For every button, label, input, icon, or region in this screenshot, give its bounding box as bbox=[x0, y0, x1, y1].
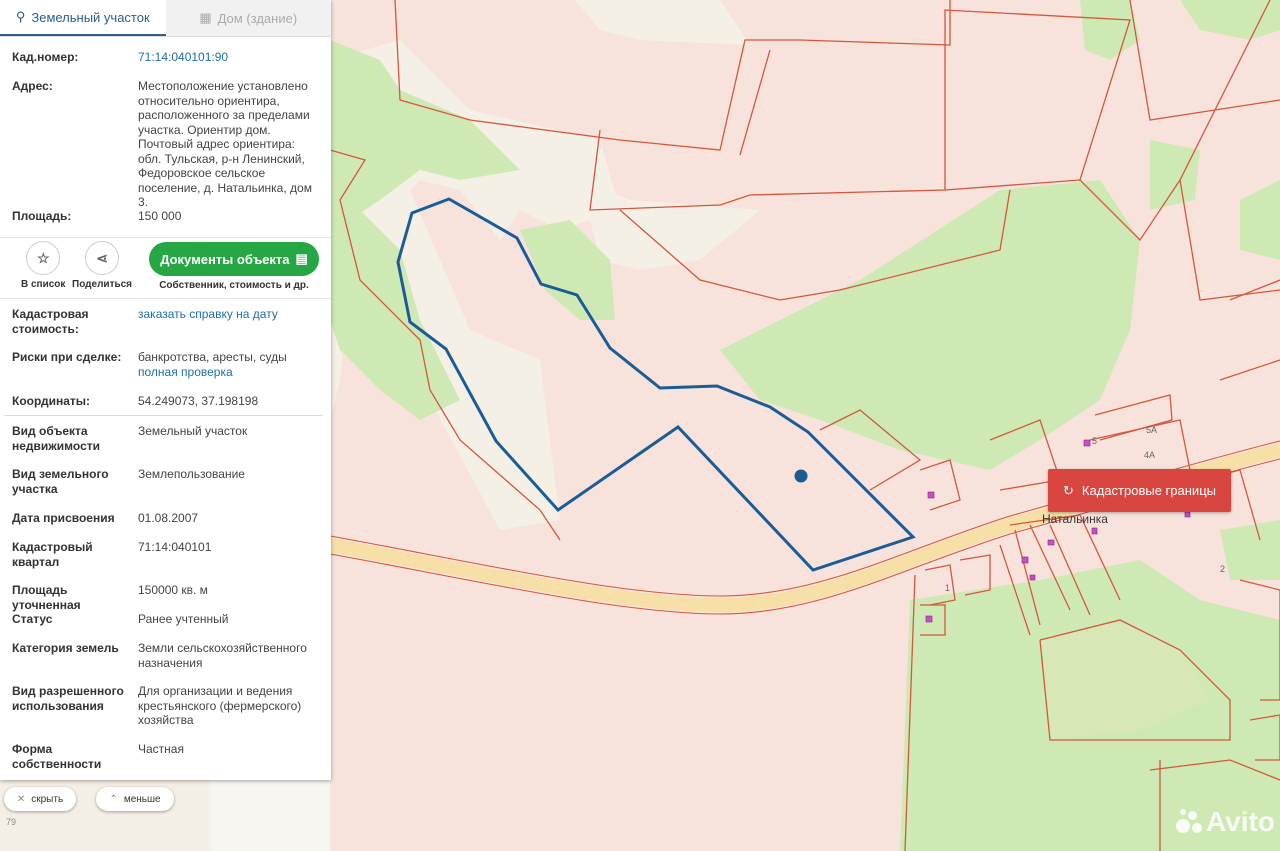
building-icon: ▦ bbox=[199, 10, 212, 25]
coordinates-row: Координаты: 54.249073, 37.198198 bbox=[0, 394, 331, 409]
deal-risks-label: Риски при сделке: bbox=[12, 350, 122, 364]
property-label: Кадастровый квартал bbox=[12, 540, 93, 569]
less-button[interactable]: ⌃ меньше bbox=[96, 787, 174, 811]
tab-building[interactable]: ▦ Дом (здание) bbox=[165, 0, 331, 36]
cad-number-label: Кад.номер: bbox=[12, 50, 79, 64]
property-value: Землепользование bbox=[138, 467, 245, 481]
hide-label: скрыть bbox=[31, 793, 64, 805]
property-value: 71:14:040101 bbox=[138, 540, 212, 554]
house-number: 4А bbox=[1144, 450, 1156, 460]
cadastral-boundaries-button[interactable]: ↻ Кадастровые границы bbox=[1048, 469, 1231, 512]
property-label: Вид объекта недвижимости bbox=[12, 424, 100, 453]
property-row: Вид объекта недвижимости Земельный участо… bbox=[0, 424, 331, 454]
property-row: Вид разрешенного использования Для органи… bbox=[0, 684, 331, 728]
tab-building-label: Дом (здание) bbox=[217, 10, 298, 26]
property-row: Категория земель Земли сельскохозяйственн… bbox=[0, 641, 331, 670]
share-icon: ⋖ bbox=[85, 241, 119, 275]
chevron-up-icon: ⌃ bbox=[109, 793, 118, 805]
cadastral-cost-label: Кадастровая стоимость: bbox=[12, 307, 89, 336]
property-label: Площадь уточненная bbox=[12, 583, 81, 612]
property-row: Площадь уточненная 150000 кв. м bbox=[0, 583, 331, 613]
deal-risks-value: банкротства, аресты, суды bbox=[138, 350, 287, 364]
share-button[interactable]: ⋖ Поделиться bbox=[72, 241, 132, 290]
document-icon: ▤ bbox=[295, 251, 308, 266]
house-number: 2 bbox=[1220, 564, 1226, 574]
property-row: Вид земельного участка Землепользование bbox=[0, 467, 331, 497]
forest bbox=[1150, 140, 1200, 210]
info-panel: ⚲ Земельный участок ▦ Дом (здание) Кад.н… bbox=[0, 0, 331, 780]
address-row: Адрес: Местоположение установлено относи… bbox=[0, 79, 331, 210]
object-documents-subtitle: Собственник, стоимость и др. bbox=[159, 280, 309, 291]
place-label: Натальинка bbox=[1042, 512, 1108, 526]
object-documents-button[interactable]: Документы объекта ▤ bbox=[149, 242, 319, 276]
area-label: Площадь: bbox=[12, 209, 72, 223]
property-value: Для организации и ведения крестьянского … bbox=[138, 684, 302, 727]
coordinates-value: 54.249073, 37.198198 bbox=[138, 394, 259, 408]
object-documents-label: Документы объекта bbox=[160, 251, 290, 267]
add-to-list-label: В список bbox=[21, 279, 66, 290]
property-value: Частная bbox=[138, 742, 184, 756]
avito-logo-icon bbox=[1176, 809, 1202, 835]
property-label: Статус bbox=[12, 612, 53, 626]
property-label: Форма собственности bbox=[12, 742, 102, 771]
property-row: Статус Ранее учтенный bbox=[0, 612, 331, 627]
add-to-list-button[interactable]: ☆ В список bbox=[21, 241, 65, 290]
cadastral-boundaries-label: Кадастровые границы bbox=[1081, 483, 1216, 498]
coordinates-label: Координаты: bbox=[12, 394, 91, 408]
property-label: Категория земель bbox=[12, 641, 119, 655]
deal-risks-row: Риски при сделке: банкротства, аресты, с… bbox=[0, 350, 331, 379]
property-value: 150000 кв. м bbox=[138, 583, 208, 597]
avito-wordmark: Avito bbox=[1206, 806, 1275, 837]
property-row: Кадастровый квартал 71:14:040101 bbox=[0, 540, 331, 570]
refresh-icon: ↻ bbox=[1063, 482, 1074, 498]
address-value: Местоположение установлено относительно … bbox=[138, 79, 312, 209]
property-value: Земли сельскохозяйственного назначения bbox=[138, 641, 307, 670]
property-value: Ранее учтенный bbox=[138, 612, 229, 626]
property-value: 01.08.2007 bbox=[138, 511, 199, 525]
cad-number-value[interactable]: 71:14:040101:90 bbox=[138, 50, 319, 65]
cadastral-cost-row: Кадастровая стоимость: заказать справку … bbox=[0, 307, 331, 337]
property-label: Дата присвоения bbox=[12, 511, 115, 525]
hide-button[interactable]: ✕ скрыть bbox=[4, 787, 76, 811]
property-value: Земельный участок bbox=[138, 424, 248, 438]
forest bbox=[1220, 520, 1280, 580]
tab-land-label: Земельный участок bbox=[31, 9, 150, 25]
divider bbox=[4, 415, 323, 416]
parcel-centroid-marker bbox=[794, 469, 808, 483]
cad-number-row: Кад.номер: 71:14:040101:90 bbox=[0, 50, 331, 65]
full-check-link[interactable]: полная проверка bbox=[138, 365, 319, 380]
property-label: Вид земельного участка bbox=[12, 467, 109, 496]
area-value: 150 000 bbox=[138, 209, 182, 223]
house-number: 1 bbox=[945, 583, 951, 593]
order-certificate-link[interactable]: заказать справку на дату bbox=[138, 307, 319, 337]
close-icon: ✕ bbox=[16, 793, 26, 805]
house-number: 5А bbox=[1146, 425, 1158, 435]
tab-land-plot[interactable]: ⚲ Земельный участок bbox=[0, 0, 166, 36]
tab-bar: ⚲ Земельный участок ▦ Дом (здание) bbox=[0, 0, 331, 37]
share-label: Поделиться bbox=[72, 279, 133, 290]
property-label: Вид разрешенного использования bbox=[12, 684, 124, 713]
star-icon: ☆ bbox=[26, 241, 61, 275]
location-pin-icon: ⚲ bbox=[15, 9, 26, 24]
house-number: 5 bbox=[1092, 436, 1098, 446]
avito-watermark: Avito bbox=[1176, 806, 1275, 838]
property-row: Дата присвоения 01.08.2007 bbox=[0, 511, 331, 526]
address-label: Адрес: bbox=[12, 79, 53, 93]
action-bar: ☆ В список ⋖ Поделиться Документы объект… bbox=[0, 237, 331, 299]
area-row: Площадь: 150 000 bbox=[0, 209, 331, 224]
house-number: 79 bbox=[6, 817, 17, 827]
property-row: Форма собственности Частная bbox=[0, 742, 331, 772]
less-label: меньше bbox=[123, 793, 161, 805]
